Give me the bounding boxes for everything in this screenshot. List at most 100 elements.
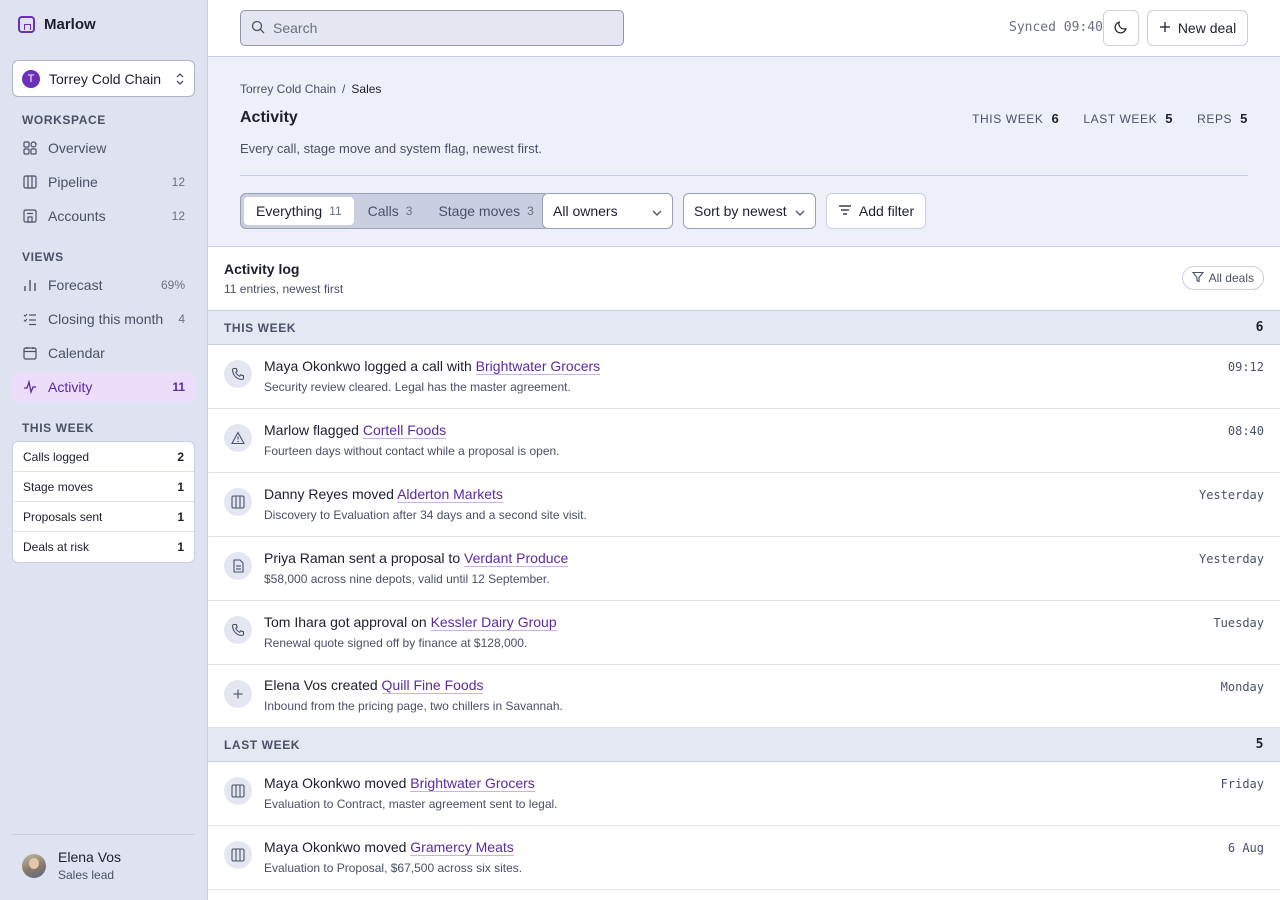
entry-summary: Tom Ihara got approval on Kessler Dairy … bbox=[264, 614, 557, 631]
stat-label: REPS bbox=[1197, 112, 1233, 126]
entry-detail: Renewal quote signed off by finance at $… bbox=[264, 636, 528, 650]
avatar bbox=[22, 853, 46, 878]
deal-link[interactable]: Quill Fine Foods bbox=[381, 677, 484, 694]
breadcrumb-workspace[interactable]: Torrey Cold Chain bbox=[240, 82, 336, 96]
entry-summary: Danny Reyes moved Alderton Markets bbox=[264, 486, 503, 503]
page-description: Every call, stage move and system flag, … bbox=[240, 141, 543, 156]
entry-time: Yesterday bbox=[1198, 488, 1264, 502]
week-row-value: 1 bbox=[177, 479, 184, 494]
search-input[interactable] bbox=[273, 20, 613, 36]
entry-time: 08:40 bbox=[1227, 424, 1264, 438]
workspace-switcher[interactable]: T Torrey Cold Chain bbox=[12, 60, 195, 97]
sidebar-item-calendar[interactable]: Calendar bbox=[12, 338, 195, 368]
grid-icon bbox=[22, 140, 38, 156]
tab-label: Everything bbox=[256, 203, 323, 219]
summary-stats: THIS WEEK 6 LAST WEEK 5 REPS 5 bbox=[972, 111, 1248, 126]
week-row-label: Calls logged bbox=[23, 449, 90, 464]
entry-time: Monday bbox=[1220, 680, 1264, 694]
deal-link[interactable]: Alderton Markets bbox=[397, 486, 503, 503]
week-row-value: 1 bbox=[177, 540, 184, 554]
columns-icon bbox=[224, 488, 252, 516]
entry-verb: flagged bbox=[313, 422, 359, 438]
list-item[interactable]: Tom Ihara got approval on Kessler Dairy … bbox=[208, 601, 1280, 665]
tab-stage-moves[interactable]: Stage moves 3 bbox=[426, 197, 545, 225]
week-row-proposals-sent[interactable]: Proposals sent 1 bbox=[13, 502, 194, 532]
sidebar-item-count: 69% bbox=[160, 278, 185, 292]
sidebar-item-pipeline[interactable]: Pipeline 12 bbox=[12, 167, 195, 197]
sidebar-item-label: Activity bbox=[48, 379, 93, 395]
week-row-value: 2 bbox=[177, 449, 184, 464]
list-item[interactable]: Marlow flagged Cortell Foods Fourteen da… bbox=[208, 409, 1280, 473]
scope-filter-chip[interactable]: All deals bbox=[1181, 266, 1264, 290]
entry-detail: Fourteen days without contact while a pr… bbox=[264, 444, 560, 458]
entry-time: 09:12 bbox=[1227, 360, 1264, 374]
group-label: LAST WEEK bbox=[224, 737, 301, 752]
sidebar-item-forecast[interactable]: Forecast 69% bbox=[12, 270, 195, 300]
sidebar-item-accounts[interactable]: Accounts 12 bbox=[12, 201, 195, 231]
calendar-icon bbox=[22, 345, 38, 361]
tab-count: 3 bbox=[527, 204, 534, 218]
group-label: THIS WEEK bbox=[224, 320, 297, 335]
week-row-label: Stage moves bbox=[23, 479, 94, 494]
entry-actor: Maya Okonkwo bbox=[264, 358, 361, 374]
deal-link[interactable]: Cortell Foods bbox=[362, 422, 447, 439]
sidebar-item-overview[interactable]: Overview bbox=[12, 133, 195, 163]
sidebar-item-label: Calendar bbox=[48, 345, 105, 361]
tab-count: 3 bbox=[405, 204, 413, 218]
deal-link[interactable]: Brightwater Grocers bbox=[475, 358, 601, 375]
workspace-section-heading: WORKSPACE bbox=[22, 113, 106, 127]
deal-link[interactable]: Kessler Dairy Group bbox=[430, 614, 557, 631]
entry-actor: Priya Raman bbox=[264, 550, 345, 566]
week-row-stage-moves[interactable]: Stage moves 1 bbox=[13, 472, 194, 502]
tab-calls[interactable]: Calls 3 bbox=[356, 197, 425, 225]
brand[interactable]: Marlow bbox=[18, 16, 96, 33]
entry-summary: Elena Vos created Quill Fine Foods bbox=[264, 677, 484, 694]
deal-link[interactable]: Brightwater Grocers bbox=[410, 775, 535, 792]
entry-time: Yesterday bbox=[1198, 552, 1264, 566]
entry-verb: sent a proposal to bbox=[348, 550, 461, 566]
sync-status: Synced 09:40 bbox=[1009, 20, 1103, 35]
group-count: 6 bbox=[1255, 320, 1264, 335]
entry-verb: moved bbox=[364, 839, 407, 855]
entry-detail: Evaluation to Proposal, $67,500 across s… bbox=[264, 861, 523, 875]
sort-select[interactable]: Sort by newest bbox=[683, 193, 816, 229]
list-item[interactable]: Maya Okonkwo moved Gramercy Meats Evalua… bbox=[208, 826, 1280, 890]
owner-filter-select[interactable]: All owners bbox=[542, 193, 673, 229]
tab-everything[interactable]: Everything 11 bbox=[244, 197, 354, 225]
columns-icon bbox=[224, 777, 252, 805]
new-deal-button[interactable]: New deal bbox=[1147, 10, 1248, 46]
sidebar-item-closing-this-month[interactable]: Closing this month 4 bbox=[12, 304, 195, 334]
list-item[interactable]: Maya Okonkwo moved Brightwater Grocers E… bbox=[208, 762, 1280, 826]
search-box[interactable] bbox=[240, 10, 624, 46]
list-item[interactable]: Priya Raman sent a proposal to Verdant P… bbox=[208, 537, 1280, 601]
sidebar-item-label: Closing this month bbox=[48, 311, 164, 327]
stat-value: 5 bbox=[1165, 111, 1174, 126]
stat-value: 5 bbox=[1240, 111, 1248, 126]
entry-verb: moved bbox=[351, 486, 394, 502]
list-item[interactable]: Elena Vos created Quill Fine Foods Inbou… bbox=[208, 665, 1280, 728]
warning-icon bbox=[224, 424, 252, 452]
entry-detail: Security review cleared. Legal has the m… bbox=[264, 380, 571, 394]
stat-label: LAST WEEK bbox=[1083, 112, 1158, 126]
sort-value: Sort by newest bbox=[694, 203, 787, 219]
list-item[interactable]: Maya Okonkwo logged a call with Brightwa… bbox=[208, 345, 1280, 409]
list-item[interactable]: Danny Reyes moved Alderton Markets Disco… bbox=[208, 473, 1280, 537]
pulse-icon bbox=[22, 379, 38, 395]
entry-summary: Marlow flagged Cortell Foods bbox=[264, 422, 447, 439]
week-row-deals-at-risk[interactable]: Deals at risk 1 bbox=[13, 532, 194, 562]
user-profile[interactable]: Elena Vos Sales lead bbox=[12, 834, 195, 882]
add-filter-button[interactable]: Add filter bbox=[826, 193, 926, 229]
theme-toggle-button[interactable] bbox=[1103, 10, 1139, 46]
deal-link[interactable]: Gramercy Meats bbox=[410, 839, 514, 856]
entry-detail: Discovery to Evaluation after 34 days an… bbox=[264, 508, 587, 522]
group-count: 5 bbox=[1255, 737, 1264, 752]
entry-actor: Danny Reyes bbox=[264, 486, 349, 502]
week-row-label: Deals at risk bbox=[23, 540, 90, 554]
deal-link[interactable]: Verdant Produce bbox=[464, 550, 569, 567]
activity-log-subtitle: 11 entries, newest first bbox=[224, 282, 344, 296]
workspace-name: Torrey Cold Chain bbox=[49, 70, 162, 87]
sidebar-item-activity[interactable]: Activity 11 bbox=[12, 372, 195, 402]
entry-time: Tuesday bbox=[1213, 616, 1264, 630]
owner-filter-value: All owners bbox=[553, 203, 618, 219]
week-row-calls-logged[interactable]: Calls logged 2 bbox=[13, 442, 194, 472]
